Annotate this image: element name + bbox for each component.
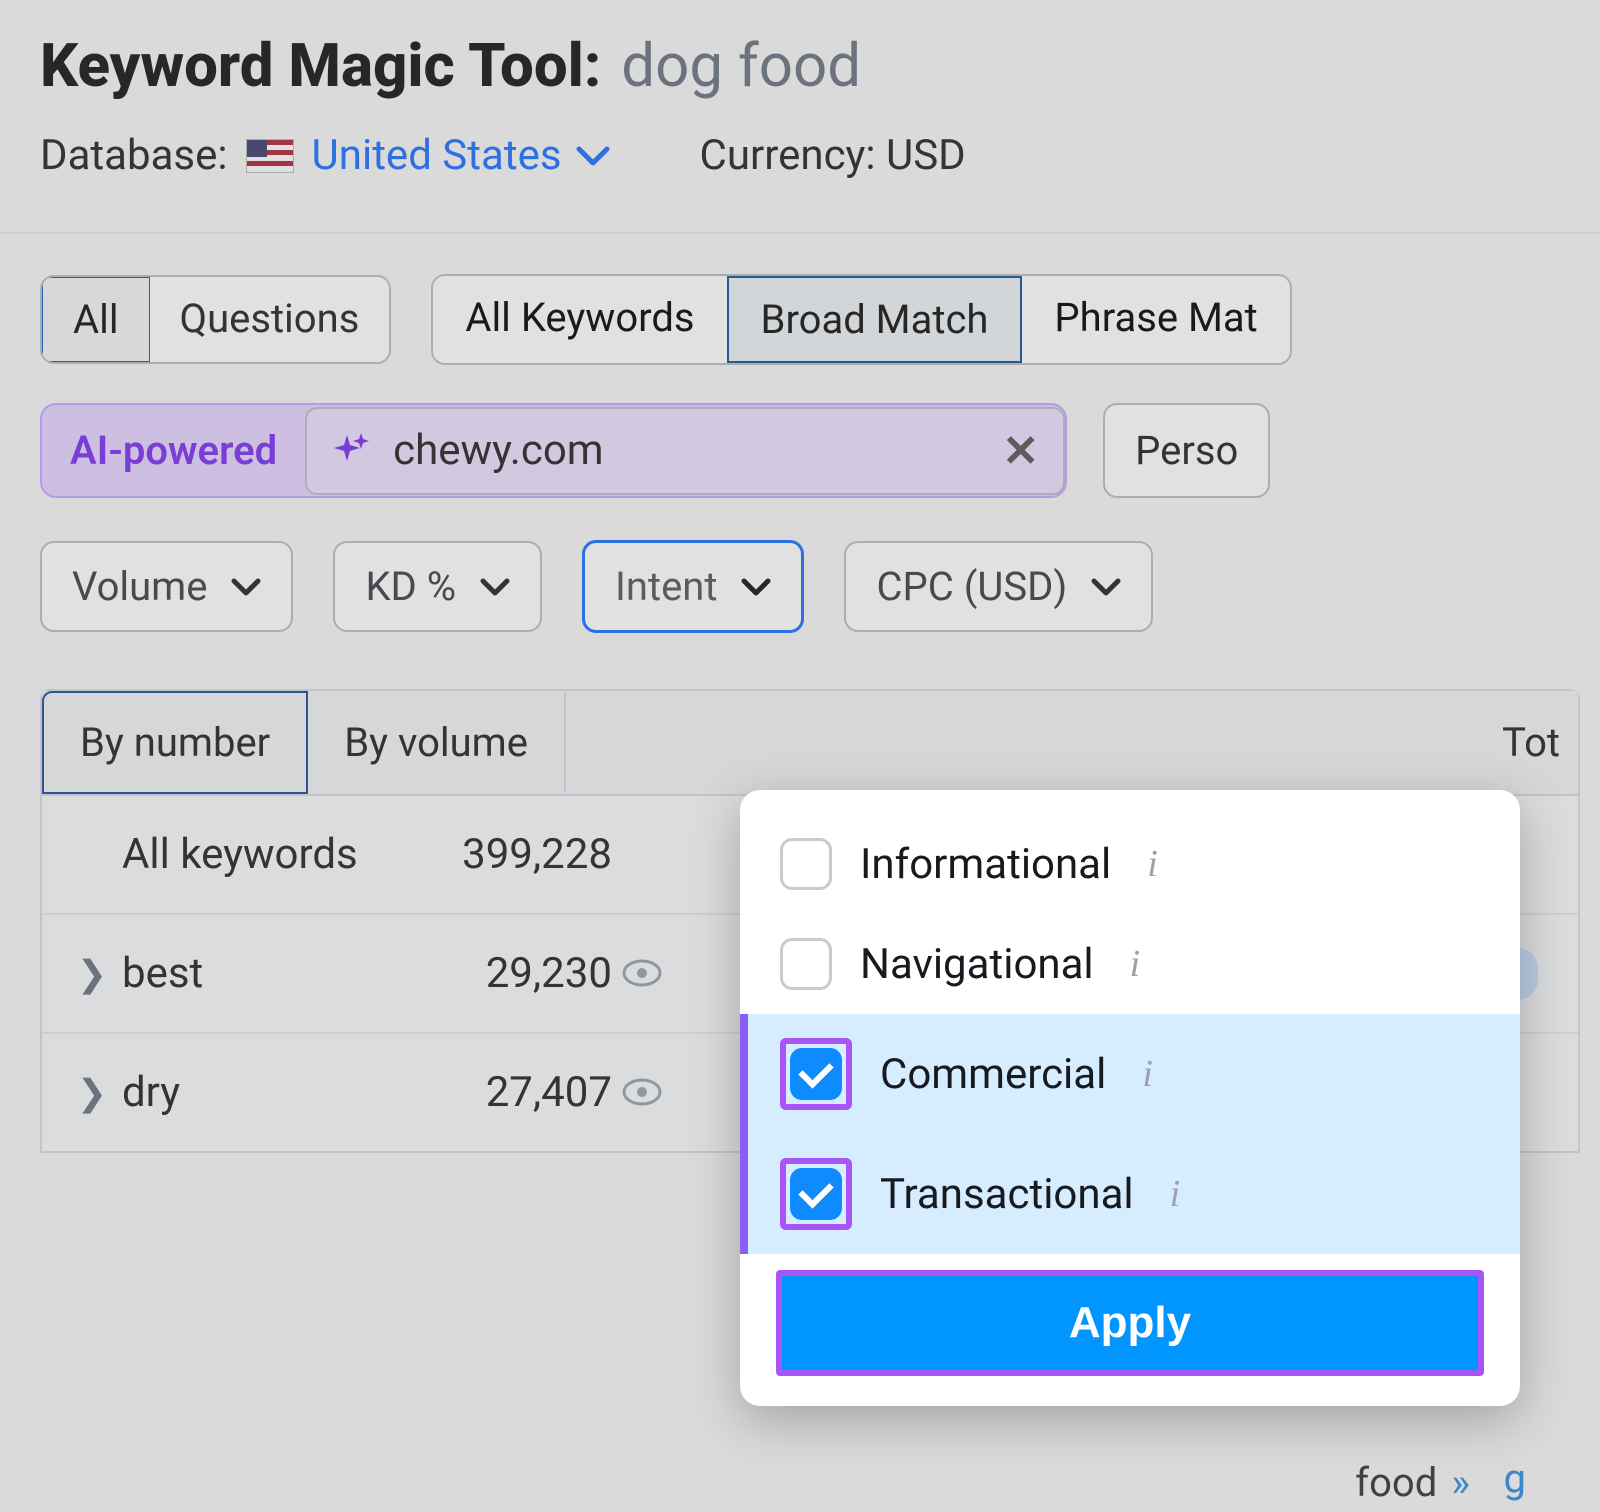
checkbox[interactable] — [780, 938, 832, 990]
info-icon[interactable]: i — [1142, 1052, 1153, 1096]
checkbox-checked[interactable] — [790, 1048, 842, 1100]
chevron-down-icon — [231, 577, 261, 597]
database-selector[interactable]: Database: United States — [40, 131, 610, 180]
highlight-box — [780, 1038, 852, 1110]
chevron-down-icon — [741, 577, 771, 597]
row-count: 27,407 — [412, 1068, 612, 1117]
tab-by-number[interactable]: By number — [42, 691, 308, 794]
info-icon[interactable]: i — [1170, 1172, 1181, 1216]
filter-volume-label: Volume — [72, 563, 207, 610]
apply-button[interactable]: Apply — [782, 1276, 1478, 1370]
highlight-box: Apply — [776, 1270, 1484, 1376]
domain-input-wrap[interactable]: chewy.com ✕ — [305, 407, 1065, 495]
row-count: 29,230 — [412, 949, 612, 998]
database-country: United States — [312, 131, 562, 180]
row-label: All keywords — [122, 830, 402, 879]
filter-intent-label: Intent — [615, 563, 717, 610]
chevron-down-icon — [1091, 577, 1121, 597]
row-label: dry — [122, 1068, 402, 1117]
intent-dropdown: Informational i Navigational i Commercia… — [740, 790, 1520, 1406]
filter-intent[interactable]: Intent — [582, 540, 804, 633]
checkbox[interactable] — [780, 838, 832, 890]
row-label: best — [122, 949, 402, 998]
filter-kd-label: KD % — [365, 563, 456, 610]
filter-kd[interactable]: KD % — [333, 541, 542, 632]
filter-cpc[interactable]: CPC (USD) — [844, 541, 1153, 632]
tab-broad-match[interactable]: Broad Match — [727, 276, 1023, 363]
clear-icon[interactable]: ✕ — [1002, 425, 1039, 477]
personal-kd-button[interactable]: Perso — [1103, 403, 1270, 498]
row-count: 399,228 — [412, 830, 612, 879]
eye-icon — [622, 949, 662, 998]
intent-option-navigational[interactable]: Navigational i — [740, 914, 1520, 1014]
option-label: Transactional — [880, 1170, 1134, 1219]
truncated-keyword-tail-2: food » — [1355, 1459, 1470, 1506]
match-type-group: All Keywords Broad Match Phrase Mat — [431, 274, 1291, 365]
truncated-keyword-tail: g — [1504, 1455, 1536, 1502]
highlight-box — [780, 1158, 852, 1230]
currency-label: Currency: USD — [700, 131, 966, 180]
question-filter-group: All Questions — [40, 275, 391, 364]
tail-letter: g — [1504, 1455, 1526, 1502]
total-header: Tot — [1502, 693, 1578, 792]
chevron-down-icon — [576, 145, 610, 167]
chevron-down-icon — [480, 577, 510, 597]
intent-option-transactional[interactable]: Transactional i — [740, 1134, 1520, 1254]
search-query: dog food — [621, 30, 861, 101]
selection-indicator — [740, 1014, 748, 1134]
tab-all[interactable]: All — [42, 277, 150, 362]
filter-cpc-label: CPC (USD) — [876, 563, 1067, 610]
tool-name: Keyword Magic Tool: — [40, 30, 601, 101]
selection-indicator — [740, 1134, 748, 1254]
domain-input-value: chewy.com — [393, 426, 980, 475]
tab-by-volume[interactable]: By volume — [308, 693, 566, 792]
ai-powered-label: AI-powered — [42, 405, 305, 496]
tail-word: food — [1355, 1459, 1437, 1506]
intent-option-informational[interactable]: Informational i — [740, 814, 1520, 914]
tab-phrase-match[interactable]: Phrase Mat — [1022, 276, 1289, 363]
filter-volume[interactable]: Volume — [40, 541, 293, 632]
eye-icon — [622, 1068, 662, 1117]
info-icon[interactable]: i — [1147, 842, 1158, 886]
chevron-right-icon: ❯ — [72, 953, 112, 995]
info-icon[interactable]: i — [1130, 942, 1141, 986]
tab-all-keywords[interactable]: All Keywords — [433, 276, 726, 363]
page-title: Keyword Magic Tool: dog food — [40, 30, 1560, 101]
us-flag-icon — [246, 139, 294, 173]
intent-option-commercial[interactable]: Commercial i — [740, 1014, 1520, 1134]
tab-questions[interactable]: Questions — [150, 277, 390, 362]
double-chevron-icon: » — [1451, 1459, 1470, 1506]
checkbox-checked[interactable] — [790, 1168, 842, 1220]
sparkle-icon — [331, 431, 371, 471]
chevron-right-icon: ❯ — [72, 1072, 112, 1114]
option-label: Commercial — [880, 1050, 1106, 1099]
option-label: Informational — [860, 840, 1111, 889]
ai-domain-filter: AI-powered chewy.com ✕ — [40, 403, 1067, 498]
option-label: Navigational — [860, 940, 1094, 989]
database-label: Database: — [40, 131, 228, 180]
